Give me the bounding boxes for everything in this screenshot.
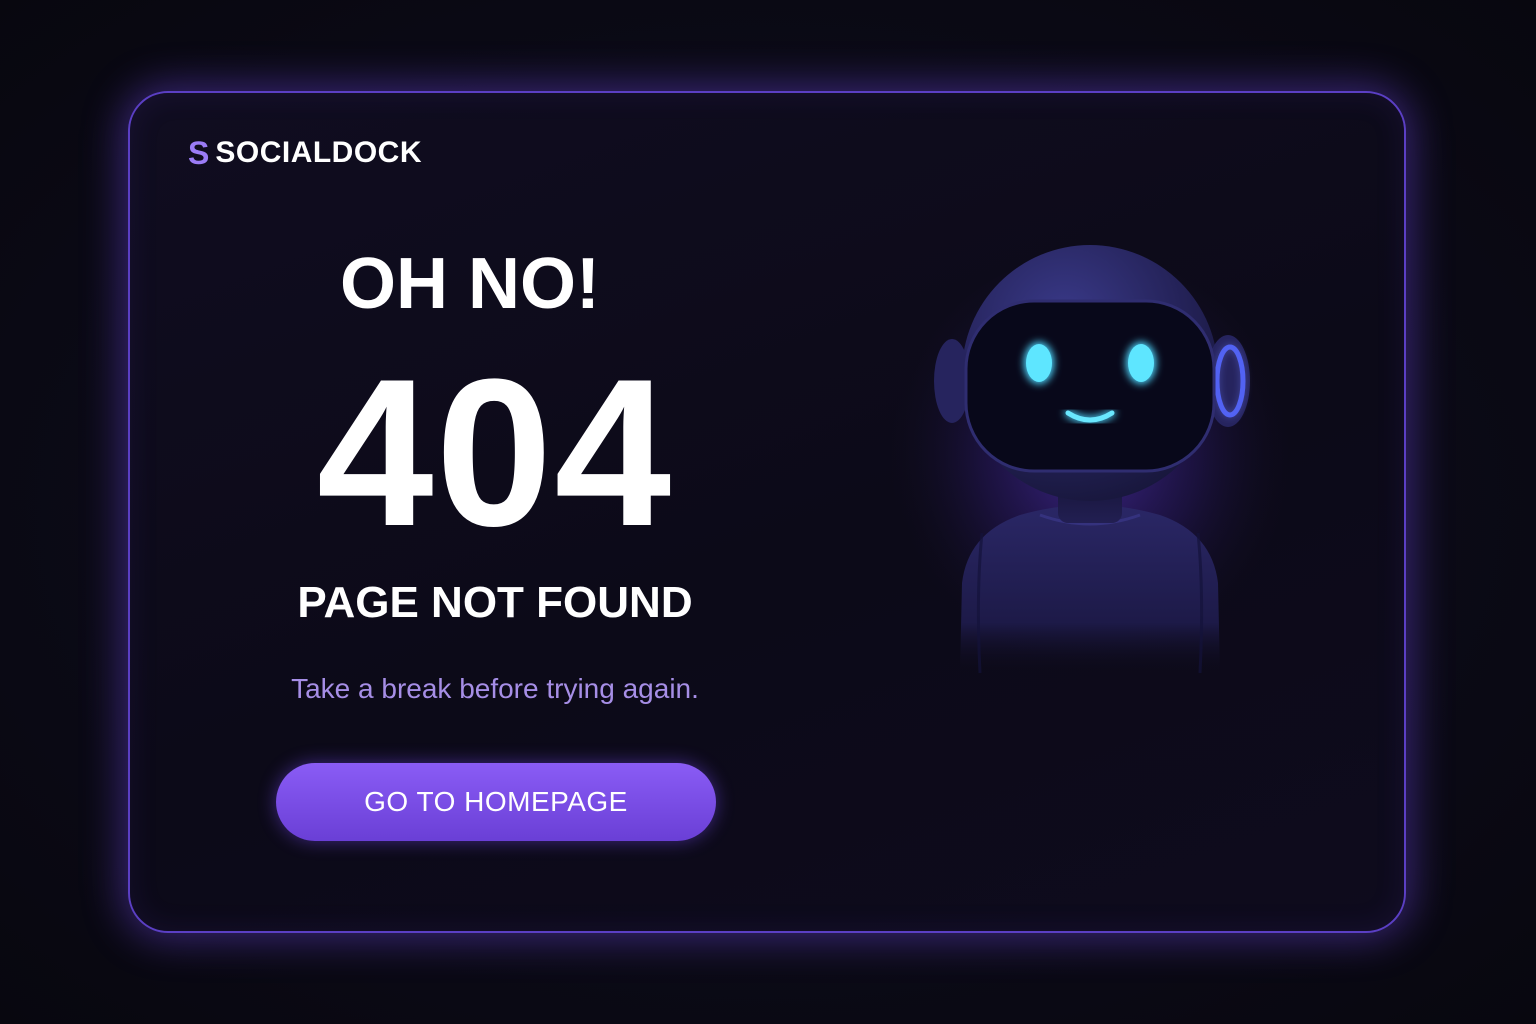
error-card: S SOCIALDOCK OH NO! 404 PAGE NOT FOUND T… — [128, 91, 1406, 933]
error-exclamation: OH NO! — [340, 244, 600, 324]
error-message: PAGE NOT FOUND — [297, 578, 693, 627]
robot-mascot-icon — [890, 245, 1290, 673]
page-background: S SOCIALDOCK OH NO! 404 PAGE NOT FOUND T… — [0, 0, 1536, 1024]
error-tagline: Take a break before trying again. — [291, 673, 699, 704]
brand-logo[interactable]: S SOCIALDOCK — [188, 133, 422, 173]
error-code: 404 — [316, 335, 674, 570]
go-to-homepage-button[interactable]: GO TO HOMEPAGE — [276, 763, 716, 841]
brand-name: SOCIALDOCK — [215, 136, 423, 169]
brand-mark: S — [188, 135, 210, 171]
